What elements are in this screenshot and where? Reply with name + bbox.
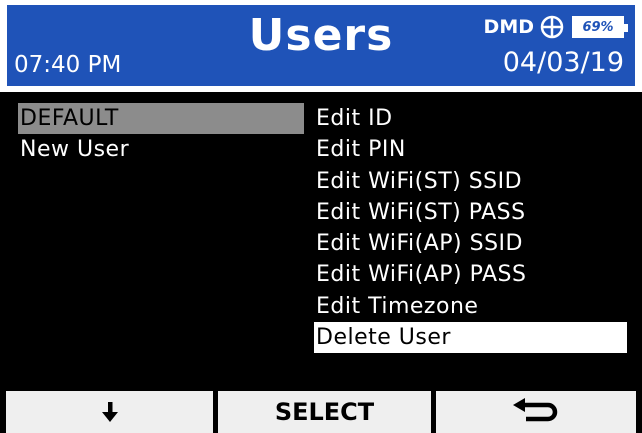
action-edit-id[interactable]: Edit ID (314, 103, 627, 134)
user-list: DEFAULT New User (18, 103, 304, 166)
user-item-default[interactable]: DEFAULT (18, 103, 304, 135)
battery-percent: 69% (582, 19, 614, 35)
clock-time: 07:40 PM (14, 52, 122, 78)
status-area: DMD 69% (483, 14, 628, 40)
battery-nub (624, 24, 628, 32)
device-screen: Users 07:40 PM DMD 69% 04/03/19 DEFAULT … (0, 0, 642, 433)
back-arrow-icon (513, 398, 558, 422)
action-edit-wifi-st-pass[interactable]: Edit WiFi(ST) PASS (314, 197, 627, 228)
header: Users 07:40 PM DMD 69% 04/03/19 (0, 0, 642, 92)
softkey-bar: SELECT (0, 391, 642, 433)
clock-date: 04/03/19 (502, 47, 624, 78)
action-delete-user[interactable]: Delete User (314, 322, 627, 354)
down-button[interactable] (6, 391, 213, 433)
user-item-new-user[interactable]: New User (18, 134, 304, 165)
action-edit-pin[interactable]: Edit PIN (314, 134, 627, 165)
action-edit-wifi-ap-ssid[interactable]: Edit WiFi(AP) SSID (314, 228, 627, 259)
back-button[interactable] (436, 391, 636, 433)
battery-icon: 69% (572, 16, 628, 38)
action-edit-timezone[interactable]: Edit Timezone (314, 291, 627, 322)
down-arrow-icon (101, 402, 118, 422)
globe-crosshair-icon (540, 15, 564, 39)
select-label: SELECT (274, 398, 375, 426)
action-edit-wifi-ap-pass[interactable]: Edit WiFi(AP) PASS (314, 259, 627, 290)
user-action-list: Edit ID Edit PIN Edit WiFi(ST) SSID Edit… (314, 103, 627, 354)
action-edit-wifi-st-ssid[interactable]: Edit WiFi(ST) SSID (314, 166, 627, 197)
select-button[interactable]: SELECT (218, 391, 431, 433)
brand-label: DMD (483, 16, 534, 38)
